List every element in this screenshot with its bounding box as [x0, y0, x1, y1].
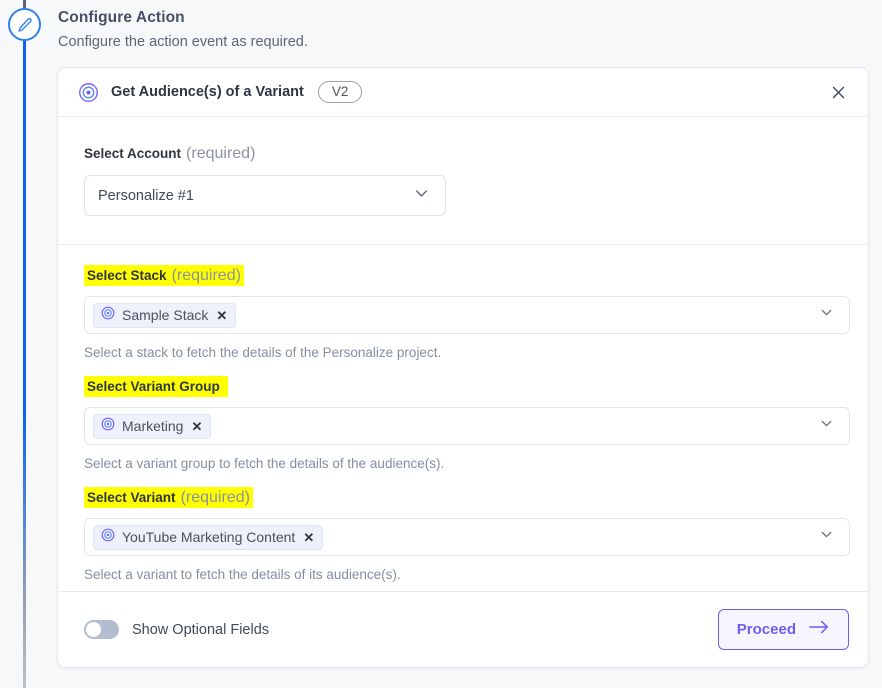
account-required-note: (required) [186, 145, 256, 162]
remove-x-icon[interactable]: ✕ [191, 420, 202, 433]
configure-action-page: Configure Action Configure the action ev… [0, 0, 882, 688]
account-label-text: Select Account [84, 146, 182, 161]
workflow-rail [0, 0, 57, 688]
variant-group-label-text: Select Variant Group [87, 379, 220, 394]
target-circles-icon [101, 417, 115, 436]
toggle-knob [86, 622, 101, 637]
stack-helper-text: Select a stack to fetch the details of t… [84, 345, 442, 360]
close-icon[interactable] [824, 78, 852, 106]
variant-multiselect[interactable]: YouTube Marketing Content ✕ [84, 518, 850, 556]
chevron-down-icon [818, 304, 835, 326]
stack-chip-label: Sample Stack [122, 307, 209, 323]
chevron-down-icon [818, 526, 835, 548]
account-dropdown[interactable]: Personalize #1 [84, 175, 446, 216]
select-stack-label: Select Stack (required) [84, 265, 244, 286]
arrow-right-icon [808, 619, 830, 640]
select-variant-group-label: Select Variant Group [84, 376, 228, 397]
select-variant-group: Select Variant (required) YouTube Marketi… [84, 487, 850, 582]
select-account-group: Select Account (required) Personalize #1 [58, 117, 868, 245]
toggle-track[interactable] [84, 620, 119, 639]
rail-connector-line [23, 36, 26, 688]
fields-section: Select Stack (required) Sample Stack ✕ S… [58, 245, 868, 582]
target-circles-icon [101, 306, 115, 325]
select-variant-group-group: Select Variant Group Marketing ✕ Select … [84, 376, 850, 471]
chevron-down-icon [818, 415, 835, 437]
variant-required-note: (required) [180, 489, 250, 506]
proceed-label: Proceed [736, 621, 796, 638]
stack-required-note: (required) [171, 267, 241, 284]
target-circles-icon [78, 82, 99, 103]
action-title: Get Audience(s) of a Variant [111, 84, 304, 100]
action-config-card: Get Audience(s) of a Variant V2 Select A… [57, 67, 869, 668]
stack-chip[interactable]: Sample Stack ✕ [93, 302, 237, 328]
proceed-button[interactable]: Proceed [717, 609, 849, 650]
variant-chip[interactable]: YouTube Marketing Content ✕ [93, 524, 324, 550]
select-account-label: Select Account (required) [84, 145, 868, 163]
page-title: Configure Action [58, 9, 185, 26]
variant-chip-label: YouTube Marketing Content [122, 529, 296, 545]
chevron-down-icon [412, 184, 431, 207]
variant-group-chip[interactable]: Marketing ✕ [93, 413, 212, 439]
stack-label-text: Select Stack [87, 268, 167, 283]
pencil-edit-icon[interactable] [8, 8, 41, 41]
variant-group-chip-label: Marketing [122, 418, 184, 434]
toggle-label: Show Optional Fields [132, 621, 270, 638]
variant-helper-text: Select a variant to fetch the details of… [84, 567, 401, 582]
remove-x-icon[interactable]: ✕ [303, 531, 314, 544]
card-footer: Show Optional Fields Proceed [58, 591, 868, 667]
version-badge: V2 [317, 80, 363, 104]
page-subtitle: Configure the action event as required. [58, 34, 308, 50]
select-stack-group: Select Stack (required) Sample Stack ✕ S… [84, 265, 850, 360]
show-optional-fields-toggle[interactable]: Show Optional Fields [84, 620, 269, 639]
variant-label-text: Select Variant [87, 490, 176, 505]
account-selected-value: Personalize #1 [98, 187, 194, 204]
variant-group-multiselect[interactable]: Marketing ✕ [84, 407, 850, 445]
remove-x-icon[interactable]: ✕ [216, 309, 227, 322]
stack-multiselect[interactable]: Sample Stack ✕ [84, 296, 850, 334]
variant-group-helper-text: Select a variant group to fetch the deta… [84, 456, 445, 471]
card-header: Get Audience(s) of a Variant V2 [58, 68, 868, 117]
target-circles-icon [101, 528, 115, 547]
select-variant-label: Select Variant (required) [84, 487, 253, 508]
